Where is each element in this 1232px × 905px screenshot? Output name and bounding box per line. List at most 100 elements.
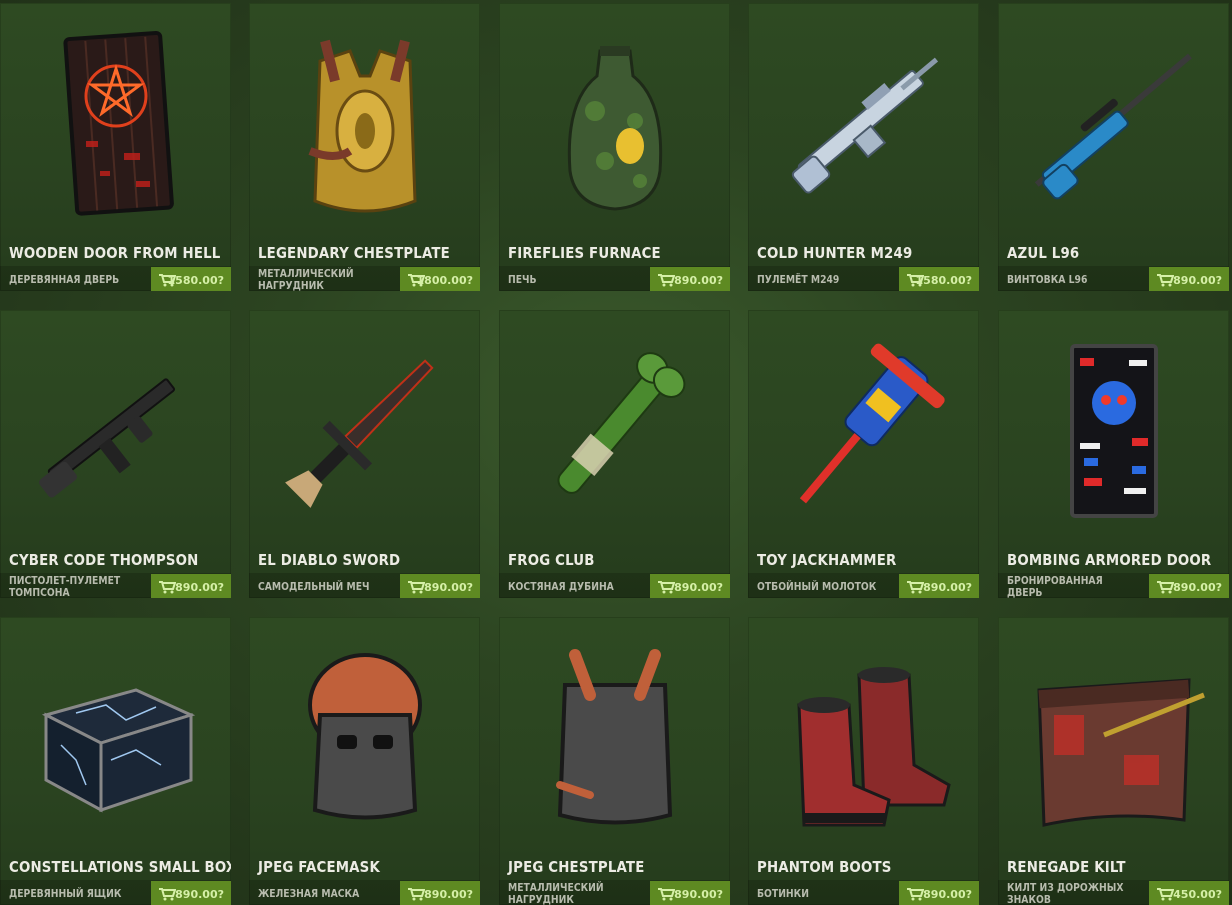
buy-button[interactable]: 890.00?: [400, 574, 480, 598]
gold-chestplate-icon: [249, 3, 480, 238]
shop-card[interactable]: WOODEN DOOR FROM HELL ДЕРЕВЯННАЯ ДВЕРЬ 1…: [0, 3, 231, 291]
cart-icon: [408, 888, 425, 901]
jackhammer-icon: [748, 310, 979, 545]
shop-card[interactable]: EL DIABLO SWORD САМОДЕЛЬНЫЙ МЕЧ 890.00?: [249, 310, 480, 598]
item-subtitle: ДЕРЕВЯННАЯ ДВЕРЬ: [9, 274, 120, 286]
item-name: BOMBING ARMORED DOOR: [1007, 551, 1212, 569]
buy-button[interactable]: 890.00?: [151, 574, 231, 598]
item-subtitle: САМОДЕЛЬНЫЙ МЕЧ: [258, 581, 370, 593]
item-subtitle: БРОНИРОВАННАЯ ДВЕРЬ: [1007, 575, 1103, 598]
buy-button[interactable]: 1800.00?: [400, 267, 480, 291]
cart-icon: [1157, 274, 1174, 287]
item-name: JPEG CHESTPLATE: [508, 858, 645, 876]
cart-icon: [159, 888, 176, 901]
item-name: FIREFLIES FURNACE: [508, 244, 661, 262]
item-subtitle: ПЕЧЬ: [508, 274, 537, 286]
buy-button[interactable]: 890.00?: [1149, 267, 1229, 291]
shop-card[interactable]: RENEGADE KILT КИЛТ ИЗ ДОРОЖНЫХ ЗНАКОВ 45…: [998, 617, 1229, 905]
item-subtitle: ДЕРЕВЯННЫЙ ЯЩИК: [9, 888, 122, 900]
item-subtitle: КОСТЯНАЯ ДУБИНА: [508, 581, 614, 593]
item-subtitle: ПУЛЕМЁТ M249: [757, 274, 840, 286]
item-subtitle: ПИСТОЛЕТ-ПУЛЕМЕТ ТОМПСОНА: [9, 575, 121, 598]
price-label: 890.00?: [923, 580, 972, 594]
cart-icon: [907, 274, 924, 287]
shop-card[interactable]: JPEG FACEMASK ЖЕЛЕЗНАЯ МАСКА 890.00?: [249, 617, 480, 905]
facemask-icon: [249, 617, 480, 852]
cart-icon: [658, 274, 675, 287]
shop-card[interactable]: BOMBING ARMORED DOOR БРОНИРОВАННАЯ ДВЕРЬ…: [998, 310, 1229, 598]
item-name: TOY JACKHAMMER: [757, 551, 897, 569]
buy-button[interactable]: 890.00?: [400, 881, 480, 905]
cart-icon: [658, 888, 675, 901]
small-box-icon: [0, 617, 231, 852]
m249-icon: [748, 3, 979, 238]
price-label: 890.00?: [175, 580, 224, 594]
buy-button[interactable]: 1580.00?: [899, 267, 979, 291]
shop-card[interactable]: CYBER CODE THOMPSON ПИСТОЛЕТ-ПУЛЕМЕТ ТОМ…: [0, 310, 231, 598]
item-name: FROG CLUB: [508, 551, 595, 569]
buy-button[interactable]: 890.00?: [650, 267, 730, 291]
item-name: WOODEN DOOR FROM HELL: [9, 244, 221, 262]
cart-icon: [907, 888, 924, 901]
item-name: RENEGADE KILT: [1007, 858, 1126, 876]
thompson-icon: [0, 310, 231, 545]
price-label: 890.00?: [1173, 273, 1222, 287]
buy-button[interactable]: 890.00?: [151, 881, 231, 905]
price-label: 890.00?: [1173, 580, 1222, 594]
item-subtitle: МЕТАЛЛИЧЕСКИЙ НАГРУДНИК: [258, 268, 354, 291]
item-name: CYBER CODE THOMPSON: [9, 551, 199, 569]
shop-card[interactable]: FIREFLIES FURNACE ПЕЧЬ 890.00?: [499, 3, 730, 291]
cart-icon: [1157, 581, 1174, 594]
cart-icon: [907, 581, 924, 594]
armored-door-icon: [998, 310, 1229, 545]
cart-icon: [159, 581, 176, 594]
cart-icon: [1157, 888, 1174, 901]
buy-button[interactable]: 890.00?: [650, 574, 730, 598]
hell-door-icon: [0, 3, 231, 238]
cart-icon: [658, 581, 675, 594]
cart-icon: [408, 581, 425, 594]
price-label: 890.00?: [923, 887, 972, 901]
shop-card[interactable]: CONSTELLATIONS SMALL BOX ДЕРЕВЯННЫЙ ЯЩИК…: [0, 617, 231, 905]
buy-button[interactable]: 890.00?: [899, 881, 979, 905]
item-name: COLD HUNTER M249: [757, 244, 913, 262]
price-label: 890.00?: [424, 887, 473, 901]
buy-button[interactable]: 1580.00?: [151, 267, 231, 291]
price-label: 890.00?: [175, 887, 224, 901]
cart-icon: [159, 274, 176, 287]
item-name: JPEG FACEMASK: [258, 858, 380, 876]
shop-card[interactable]: LEGENDARY CHESTPLATE МЕТАЛЛИЧЕСКИЙ НАГРУ…: [249, 3, 480, 291]
buy-button[interactable]: 890.00?: [899, 574, 979, 598]
price-label: 890.00?: [424, 580, 473, 594]
boots-icon: [748, 617, 979, 852]
shop-card[interactable]: JPEG CHESTPLATE МЕТАЛЛИЧЕСКИЙ НАГРУДНИК …: [499, 617, 730, 905]
item-subtitle: МЕТАЛЛИЧЕСКИЙ НАГРУДНИК: [508, 882, 604, 905]
price-label: 450.00?: [1173, 887, 1222, 901]
cart-icon: [408, 274, 425, 287]
buy-button[interactable]: 450.00?: [1149, 881, 1229, 905]
price-label: 890.00?: [674, 273, 723, 287]
sword-icon: [249, 310, 480, 545]
shop-grid: WOODEN DOOR FROM HELL ДЕРЕВЯННАЯ ДВЕРЬ 1…: [0, 0, 1232, 905]
l96-rifle-icon: [998, 3, 1229, 238]
item-name: EL DIABLO SWORD: [258, 551, 401, 569]
item-subtitle: ЖЕЛЕЗНАЯ МАСКА: [258, 888, 360, 900]
shop-card[interactable]: TOY JACKHAMMER ОТБОЙНЫЙ МОЛОТОК 890.00?: [748, 310, 979, 598]
buy-button[interactable]: 890.00?: [650, 881, 730, 905]
shop-card[interactable]: COLD HUNTER M249 ПУЛЕМЁТ M249 1580.00?: [748, 3, 979, 291]
bone-club-icon: [499, 310, 730, 545]
buy-button[interactable]: 890.00?: [1149, 574, 1229, 598]
shop-card[interactable]: PHANTOM BOOTS БОТИНКИ 890.00?: [748, 617, 979, 905]
item-name: CONSTELLATIONS SMALL BOX: [9, 858, 231, 876]
shop-card[interactable]: FROG CLUB КОСТЯНАЯ ДУБИНА 890.00?: [499, 310, 730, 598]
item-subtitle: ОТБОЙНЫЙ МОЛОТОК: [757, 581, 877, 593]
item-name: PHANTOM BOOTS: [757, 858, 892, 876]
chestplate-icon: [499, 617, 730, 852]
price-label: 890.00?: [674, 887, 723, 901]
item-name: LEGENDARY CHESTPLATE: [258, 244, 450, 262]
item-subtitle: КИЛТ ИЗ ДОРОЖНЫХ ЗНАКОВ: [1007, 882, 1124, 905]
item-subtitle: БОТИНКИ: [757, 888, 809, 900]
item-subtitle: ВИНТОВКА L96: [1007, 274, 1088, 286]
kilt-icon: [998, 617, 1229, 852]
shop-card[interactable]: AZUL L96 ВИНТОВКА L96 890.00?: [998, 3, 1229, 291]
